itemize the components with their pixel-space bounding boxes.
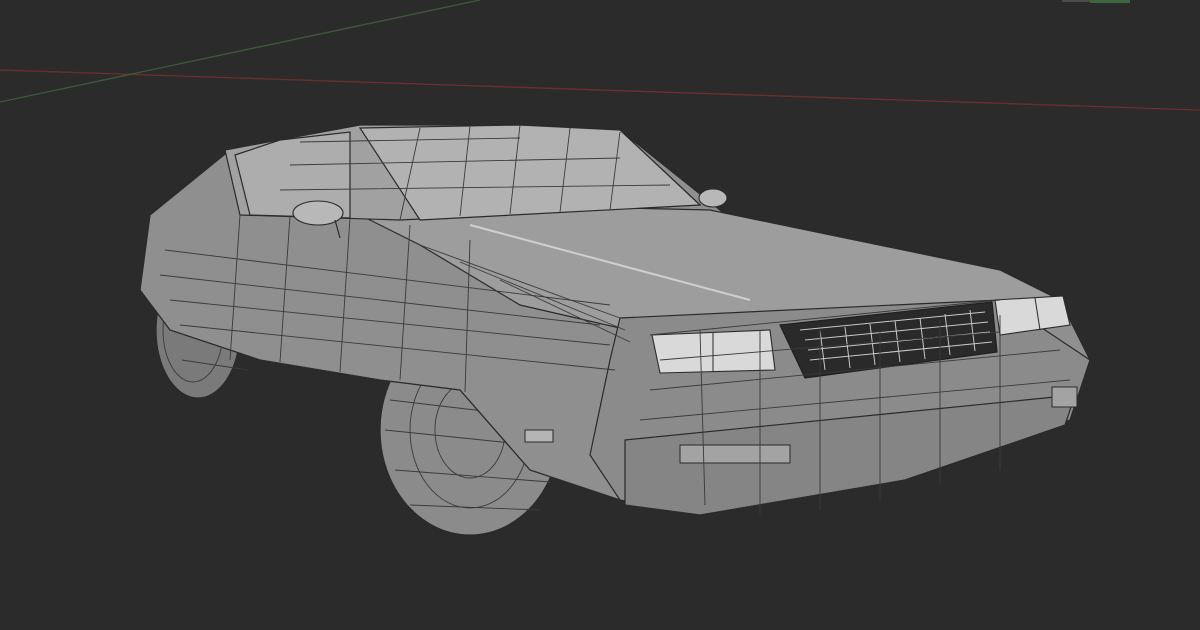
- viewport-scene[interactable]: [0, 0, 1200, 630]
- 3d-viewport[interactable]: [0, 0, 1200, 630]
- front-right-light: [1051, 386, 1078, 408]
- front-grille-lower: [679, 444, 791, 464]
- windshield: [358, 124, 702, 221]
- side-marker: [524, 429, 554, 443]
- right-mirror: [698, 188, 728, 208]
- car-mesh[interactable]: [139, 124, 1091, 536]
- y-axis-line: [0, 0, 481, 103]
- x-axis-line: [0, 69, 1200, 111]
